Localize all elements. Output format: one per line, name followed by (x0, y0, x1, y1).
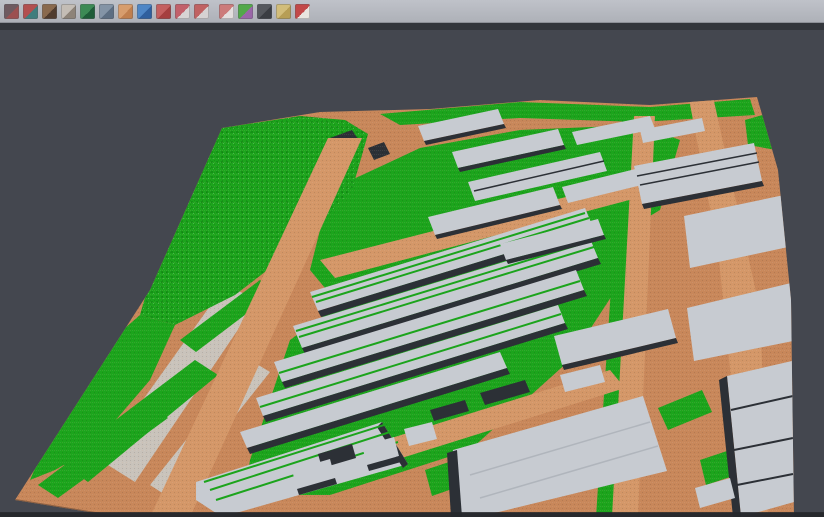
selection-bounds-icon[interactable] (194, 4, 209, 19)
dtm-terrain-icon[interactable] (42, 4, 57, 19)
measure-notes-icon[interactable] (276, 4, 291, 19)
profile-view-icon[interactable] (99, 4, 114, 19)
window-bottom-strip (0, 513, 824, 517)
sync-globe-icon[interactable] (137, 4, 152, 19)
sparse-points-icon[interactable] (61, 4, 76, 19)
classification-colors-icon[interactable] (238, 4, 253, 19)
layer-list-icon[interactable] (156, 4, 171, 19)
terrain-tile (0, 90, 824, 517)
crop-tool-icon[interactable] (4, 4, 19, 19)
target-circle-icon[interactable] (175, 4, 190, 19)
vegetation-layer-icon[interactable] (80, 4, 95, 19)
toolbar (0, 0, 824, 23)
settings-gear-icon[interactable] (257, 4, 272, 19)
viewport-3d[interactable] (0, 30, 824, 517)
grid-cells-icon[interactable] (219, 4, 234, 19)
point-pairs-icon[interactable] (23, 4, 38, 19)
orthophoto-icon[interactable] (118, 4, 133, 19)
flag-remove-icon[interactable] (295, 4, 310, 19)
toolbar-shadow-strip (0, 23, 824, 30)
